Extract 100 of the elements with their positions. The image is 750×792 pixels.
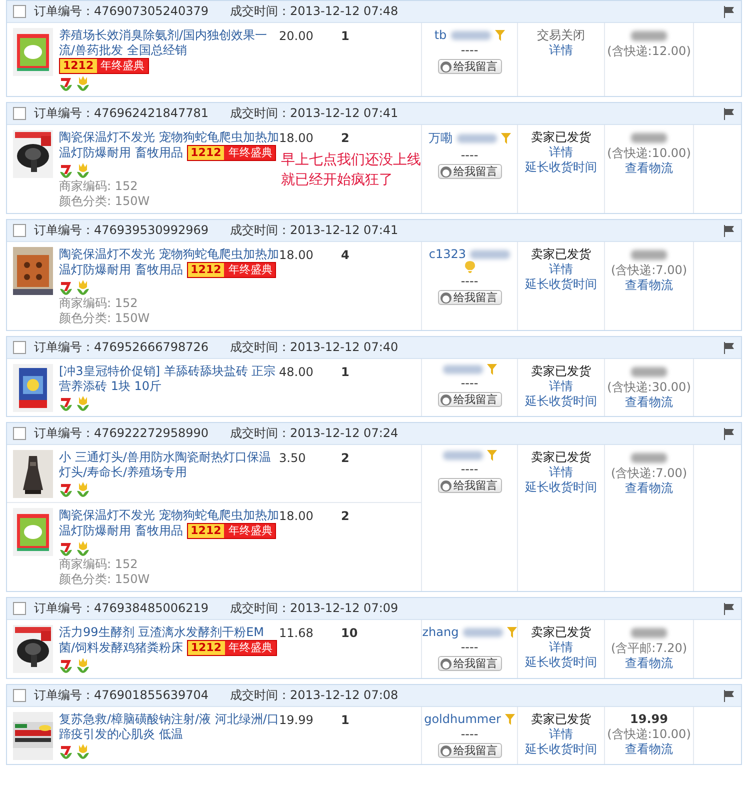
tulip-icon <box>76 279 90 295</box>
buyer-name[interactable]: zhang <box>422 625 459 639</box>
redacted-text <box>442 365 482 374</box>
quantity: 1 <box>341 28 350 43</box>
bubble-icon <box>440 394 452 406</box>
order-time: 成交时间：2013-12-12 07:09 <box>230 600 398 617</box>
buyer-note: ---- <box>460 462 478 477</box>
unit-price: 18.00 <box>279 508 314 523</box>
logistics-link[interactable]: 查看物流 <box>625 656 673 671</box>
redacted-amount <box>631 31 667 41</box>
logistics-link[interactable]: 查看物流 <box>625 278 673 293</box>
message-button[interactable]: 给我留言 <box>438 478 502 493</box>
order-number: 订单编号：476962421847781 <box>34 105 210 122</box>
status-link[interactable]: 详情 <box>549 465 573 480</box>
status-link[interactable]: 延长收货时间 <box>525 480 597 495</box>
funnel-icon[interactable] <box>506 626 517 638</box>
bubble-icon <box>440 480 452 492</box>
annotation-text: 早上七点我们还没上线 <box>281 151 421 170</box>
product-title[interactable]: 小 三通灯头/兽用防水陶瓷耐热灯口保温灯头/寿命长/养殖场专用 <box>59 450 279 480</box>
shipping-fee: (含快递:7.00) <box>610 466 688 481</box>
flag-icon[interactable] <box>723 224 735 236</box>
checkbox[interactable] <box>13 224 26 237</box>
logistics-link[interactable]: 查看物流 <box>625 742 673 757</box>
order-status: 卖家已发货 <box>531 130 591 145</box>
buyer-note: ---- <box>460 727 478 742</box>
logistics-link[interactable]: 查看物流 <box>625 161 673 176</box>
flag-icon[interactable] <box>723 428 735 440</box>
funnel-icon[interactable] <box>500 133 510 144</box>
order-number: 订单编号：476922272958990 <box>34 425 210 442</box>
funnel-icon[interactable] <box>486 364 496 375</box>
product-title[interactable]: 陶瓷保温灯不发光 宠物狗蛇龟爬虫加热加温灯防爆耐用 畜牧用品 1212 年终盛典 <box>59 130 279 161</box>
message-button[interactable]: 给我留言 <box>438 392 502 407</box>
status-link[interactable]: 延长收货时间 <box>525 277 597 292</box>
shipping-fee: (含平邮:7.20) <box>610 641 688 656</box>
redacted-text <box>470 250 510 258</box>
tulip-icon <box>76 540 90 556</box>
flag-icon[interactable] <box>723 690 735 702</box>
status-link[interactable]: 延长收货时间 <box>525 655 597 670</box>
checkbox[interactable] <box>13 5 26 18</box>
redacted-amount <box>631 133 667 143</box>
sprout-icon <box>59 540 73 556</box>
product-title[interactable]: 陶瓷保温灯不发光 宠物狗蛇龟爬虫加热加温灯防爆耐用 畜牧用品 1212 年终盛典 <box>59 247 279 278</box>
product-spec: 商家编码: 152 <box>59 179 139 194</box>
tulip-icon <box>76 162 90 178</box>
message-button[interactable]: 给我留言 <box>438 743 502 758</box>
flag-icon[interactable] <box>723 108 735 120</box>
checkbox[interactable] <box>13 107 26 120</box>
status-link[interactable]: 详情 <box>549 379 573 394</box>
shipping-fee: (含快递:30.00) <box>607 380 691 395</box>
shipping-fee: (含快递:7.00) <box>610 263 688 278</box>
status-link[interactable]: 延长收货时间 <box>525 160 597 175</box>
status-link[interactable]: 延长收货时间 <box>525 742 597 757</box>
buyer-name[interactable]: goldhummer <box>424 712 501 726</box>
buyer-name[interactable]: tb <box>434 28 447 42</box>
sprout-icon <box>59 395 73 411</box>
quantity: 2 <box>341 130 350 145</box>
logistics-link[interactable]: 查看物流 <box>625 481 673 496</box>
funnel-icon[interactable] <box>494 30 505 40</box>
checkbox[interactable] <box>13 427 26 440</box>
bulb-icon[interactable] <box>464 261 474 273</box>
annotation-text: 就已经开始疯狂了 <box>281 171 394 190</box>
product-spec: 商家编码: 152 <box>59 296 139 311</box>
message-button[interactable]: 给我留言 <box>438 290 502 305</box>
status-link[interactable]: 详情 <box>549 262 573 277</box>
message-button[interactable]: 给我留言 <box>438 656 502 671</box>
order-number: 订单编号：476952666798726 <box>34 339 210 356</box>
message-button[interactable]: 给我留言 <box>438 164 502 179</box>
checkbox[interactable] <box>13 689 26 702</box>
order-number: 订单编号：476901855639704 <box>34 687 210 704</box>
checkbox[interactable] <box>13 341 26 354</box>
sprout-icon <box>59 162 73 178</box>
flag-icon[interactable] <box>723 342 735 354</box>
buyer-name[interactable]: 万嘞 <box>428 130 452 147</box>
product-spec: 颜色分类: 150W <box>59 572 151 587</box>
bubble-icon <box>440 658 452 670</box>
buyer-name[interactable]: c1323 <box>428 247 466 261</box>
product-title[interactable]: 养殖场长效消臭除氨剂/国内独创效果一流/兽药批发 全国总经销 1212 年终盛典 <box>59 28 279 74</box>
status-link[interactable]: 详情 <box>549 43 573 58</box>
quantity: 1 <box>341 364 350 379</box>
status-link[interactable]: 详情 <box>549 145 573 160</box>
product-title[interactable]: 复苏急救/樟脑磺酸钠注射/液 河北绿洲/口蹄疫引发的心肌炎 低温 <box>59 712 279 742</box>
bubble-icon <box>440 60 452 72</box>
funnel-icon[interactable] <box>504 714 515 724</box>
status-link[interactable]: 延长收货时间 <box>525 394 597 409</box>
flag-icon[interactable] <box>723 602 735 614</box>
message-button[interactable]: 给我留言 <box>438 59 502 74</box>
status-link[interactable]: 详情 <box>549 640 573 655</box>
logistics-link[interactable]: 查看物流 <box>625 395 673 410</box>
product-title[interactable]: [冲3皇冠特价促销] 羊舔砖舔块盐砖 正宗营养添砖 1块 10斤 <box>59 364 279 394</box>
sprout-icon <box>59 75 73 91</box>
promo-badge: 1212 年终盛典 <box>186 640 276 656</box>
bubble-icon <box>440 292 452 304</box>
checkbox[interactable] <box>13 602 26 615</box>
order-number: 订单编号：476939530992969 <box>34 222 210 239</box>
product-title[interactable]: 陶瓷保温灯不发光 宠物狗蛇龟爬虫加热加温灯防爆耐用 畜牧用品 1212 年终盛典 <box>59 508 279 539</box>
flag-icon[interactable] <box>723 6 735 18</box>
status-link[interactable]: 详情 <box>549 727 573 742</box>
product-title[interactable]: 活力99生酵剂 豆渣漓水发酵剂干粉EM菌/饲料发酵鸡猪粪粉床 1212 年终盛典 <box>59 625 279 656</box>
funnel-icon[interactable] <box>486 450 496 461</box>
redacted-amount <box>631 367 667 377</box>
